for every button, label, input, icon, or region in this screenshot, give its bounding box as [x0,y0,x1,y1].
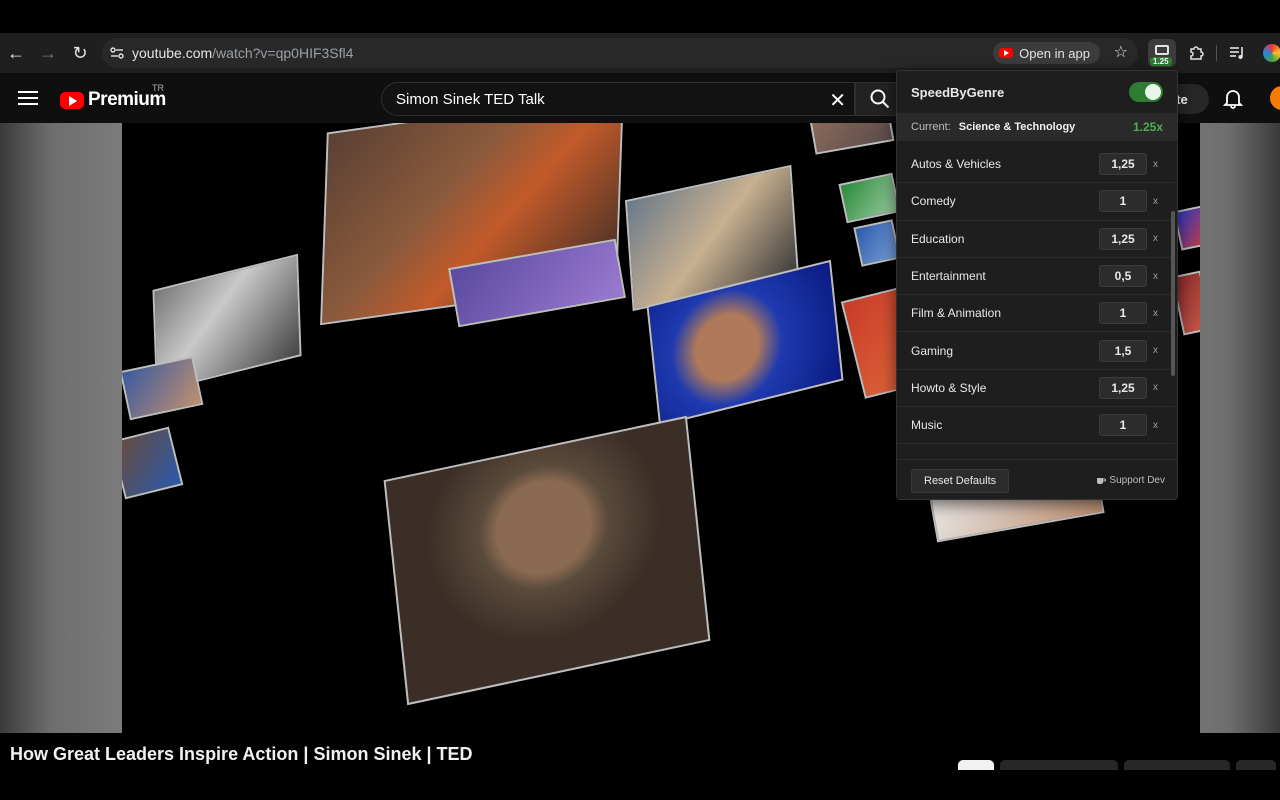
speed-input[interactable]: 1 [1099,190,1147,213]
genre-name: Howto & Style [911,380,987,395]
genre-row: Gaming 1,5 x [897,332,1175,370]
genre-name: Music [911,418,943,433]
multiplier-symbol: x [1153,233,1158,245]
forward-arrow-icon[interactable]: → [32,37,64,69]
multiplier-symbol: x [1153,345,1158,357]
popup-footer: Reset Defaults Support Dev [897,459,1177,499]
genre-row: Comedy 1 x [897,183,1175,221]
reset-defaults-button[interactable]: Reset Defaults [911,468,1010,493]
youtube-premium-logo[interactable]: Premium TR [60,83,166,111]
genre-list[interactable]: Autos & Vehicles 1,25 x Comedy 1 x Educa… [897,146,1175,499]
region-code: TR [152,83,164,93]
reload-icon[interactable]: ↻ [64,37,96,69]
speed-input[interactable]: 0,5 [1099,265,1147,288]
current-speed: 1.25x [1132,120,1163,134]
multiplier-symbol: x [1153,195,1158,207]
speed-input[interactable]: 1,25 [1099,376,1147,399]
site-settings-icon[interactable] [102,47,132,59]
video-frame-tile [122,426,184,500]
genre-row: Autos & Vehicles 1,25 x [897,146,1175,184]
genre-name: Comedy [911,194,956,209]
open-in-app-label: Open in app [1019,45,1090,61]
bookmark-star-icon[interactable]: ☆ [1114,42,1128,62]
video-title: How Great Leaders Inspire Action | Simon… [10,744,473,764]
search-icon [870,89,890,109]
enable-toggle[interactable] [1129,82,1163,102]
speedbygenre-popup: SpeedByGenre Current: Science & Technolo… [896,70,1178,500]
user-avatar[interactable] [1270,86,1280,110]
notifications-bell-icon[interactable] [1222,87,1244,109]
speed-input[interactable]: 1,5 [1099,339,1147,362]
video-frame-tile [838,172,901,224]
extensions-puzzle-icon[interactable] [1182,39,1210,67]
video-frame-tile [122,355,204,421]
clear-search-icon[interactable]: ✕ [829,88,846,113]
genre-row: Music 1 x [897,407,1175,445]
top-black-bar [0,0,1280,33]
related-chips [958,760,1276,770]
genre-row: Education 1,25 x [897,221,1175,258]
url-host: youtube.com [132,45,213,61]
genre-row: Film & Animation 1 x [897,295,1175,333]
extensions-area: 1.25 [1148,33,1280,73]
multiplier-symbol: x [1153,382,1158,394]
address-bar[interactable]: youtube.com/watch?v=qp0HIF3Sfl4 Open in … [102,38,1138,68]
video-frame-tile [809,123,895,155]
url-path: /watch?v=qp0HIF3Sfl4 [212,45,354,61]
search-value: Simon Sinek TED Talk [396,90,545,108]
speedbygenre-extension-button[interactable]: 1.25 [1148,39,1176,67]
video-frame-tile [383,415,711,706]
current-category: Science & Technology [958,121,1076,133]
popup-header: SpeedByGenre [897,71,1177,113]
genre-row: Entertainment 0,5 x [897,258,1175,296]
multiplier-symbol: x [1153,158,1158,170]
toolbar-divider [1216,45,1217,61]
multiplier-symbol: x [1153,419,1158,431]
genre-name: Film & Animation [911,306,1002,321]
current-label: Current: [911,121,951,133]
multiplier-symbol: x [1153,270,1158,282]
support-dev-label: Support Dev [1109,475,1165,486]
youtube-logo-icon [60,91,84,109]
back-arrow-icon[interactable]: ← [0,37,32,69]
coffee-icon [1097,477,1107,484]
browser-toolbar: ← → ↻ youtube.com/watch?v=qp0HIF3Sfl4 Op… [0,33,1280,73]
screen-icon [1155,45,1169,55]
speed-input[interactable]: 1,25 [1099,153,1147,176]
genre-name: Autos & Vehicles [911,157,1002,172]
url-text: youtube.com/watch?v=qp0HIF3Sfl4 [132,45,353,61]
popup-title: SpeedByGenre [911,84,1005,100]
popup-scrollbar[interactable] [1171,211,1175,376]
genre-row: Howto & Style 1,25 x [897,370,1175,408]
chip[interactable] [1124,760,1230,770]
search-input[interactable]: Simon Sinek TED Talk ✕ [381,82,855,116]
speed-input[interactable]: 1,25 [1099,227,1147,250]
speed-input[interactable]: 1 [1099,302,1147,325]
genre-name: Gaming [911,343,954,358]
profile-avatar-icon[interactable] [1263,44,1280,62]
video-frame-tile [853,219,901,267]
current-genre-bar: Current: Science & Technology 1.25x [897,113,1177,141]
chip[interactable] [1000,760,1118,770]
media-controls-icon[interactable] [1223,39,1251,67]
support-dev-link[interactable]: Support Dev [1096,475,1165,486]
chip-all[interactable] [958,760,994,770]
genre-name: Entertainment [911,269,986,284]
open-in-app-button[interactable]: Open in app [993,42,1100,64]
extension-speed-badge: 1.25 [1150,57,1172,66]
youtube-mini-icon [999,48,1014,58]
chip[interactable] [1236,760,1276,770]
speed-input[interactable]: 1 [1099,414,1147,437]
multiplier-symbol: x [1153,307,1158,319]
genre-name: Education [911,231,965,246]
menu-hamburger-icon[interactable] [18,88,38,108]
